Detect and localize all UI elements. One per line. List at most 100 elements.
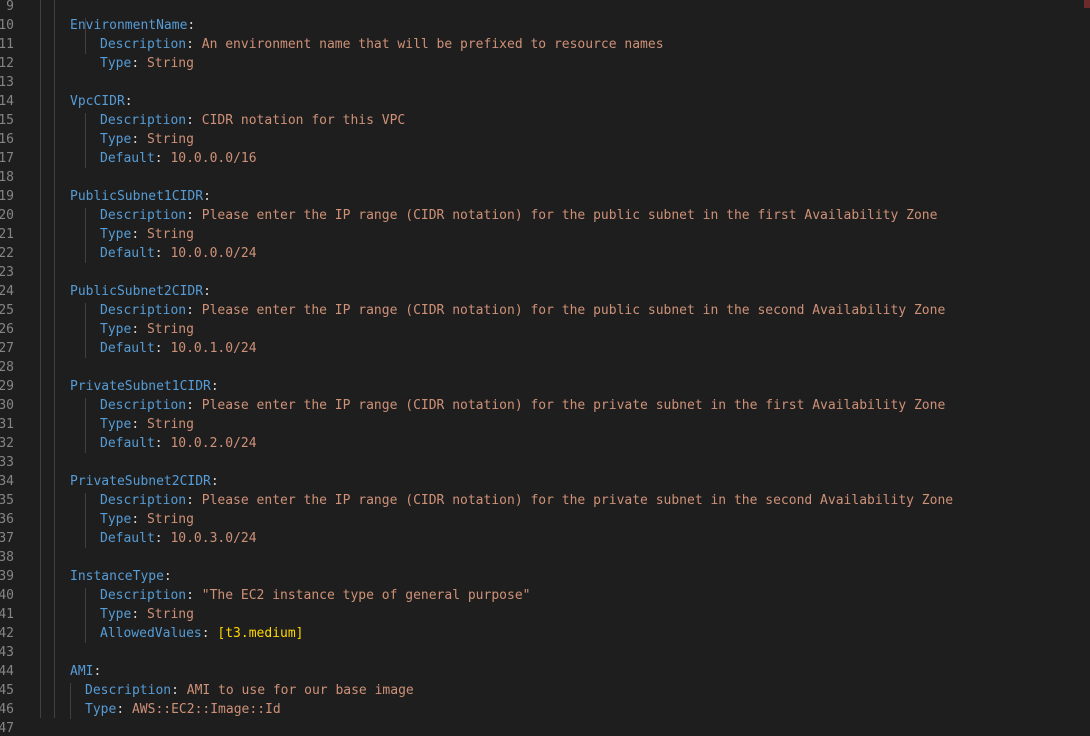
line-number: 30 — [0, 398, 14, 413]
line-number: 28 — [0, 360, 14, 375]
code-line[interactable]: 42 AllowedValues: [t3.medium] — [0, 624, 1080, 643]
code-line[interactable]: 36 Type: String — [0, 510, 1080, 529]
yaml-key: PublicSubnet2CIDR — [70, 284, 204, 299]
yaml-value: "The EC2 instance type of general purpos… — [201, 588, 531, 603]
line-number: 23 — [0, 265, 14, 280]
yaml-entry: Description: Please enter the IP range (… — [100, 491, 953, 510]
colon: : — [203, 284, 211, 299]
line-number: 13 — [0, 75, 14, 90]
colon: : — [124, 94, 133, 109]
colon: : — [131, 417, 140, 432]
code-line[interactable]: 29 PrivateSubnet1CIDR: — [0, 377, 1080, 396]
code-line[interactable]: 9 — [0, 0, 1080, 16]
line-number: 12 — [0, 56, 14, 71]
code-editor[interactable]: 9 10 EnvironmentName: 11 Description: An env… — [0, 0, 1090, 736]
yaml-value: An environment name that will be prefixe… — [201, 37, 664, 52]
code-line[interactable]: 39 InstanceType: — [0, 567, 1080, 586]
yaml-entry: Type: String — [100, 320, 194, 339]
yaml-key: Type — [100, 132, 132, 147]
colon: : — [131, 56, 140, 71]
yaml-value: String — [146, 132, 194, 147]
code-line[interactable]: 26 Type: String — [0, 320, 1080, 339]
colon: : — [186, 37, 194, 52]
code-line[interactable]: 30 Description: Please enter the IP range… — [0, 396, 1080, 415]
code-line[interactable]: 17 Default: 10.0.0.0/16 — [0, 149, 1080, 168]
code-line[interactable]: 35 Description: Please enter the IP range… — [0, 491, 1080, 510]
colon: : — [154, 531, 163, 546]
code-line[interactable]: 23 — [0, 263, 1080, 282]
line-number: 14 — [0, 94, 14, 109]
line-number: 44 — [0, 664, 14, 679]
code-line[interactable]: 25 Description: Please enter the IP range… — [0, 301, 1080, 320]
code-line[interactable]: 15 Description: CIDR notation for this VP… — [0, 111, 1080, 130]
code-line[interactable]: 12 Type: String — [0, 54, 1080, 73]
code-line[interactable]: 33 — [0, 453, 1080, 472]
code-line[interactable]: 16 Type: String — [0, 130, 1080, 149]
yaml-key: Description — [100, 588, 187, 603]
code-line[interactable]: 18 — [0, 168, 1080, 187]
yaml-entry: PrivateSubnet1CIDR: — [70, 377, 219, 396]
yaml-key: AllowedValues — [100, 626, 202, 641]
code-line[interactable]: 22 Default: 10.0.0.0/24 — [0, 244, 1080, 263]
code-line[interactable]: 45 Description: AMI to use for our base i… — [0, 681, 1080, 700]
code-line[interactable]: 37 Default: 10.0.3.0/24 — [0, 529, 1080, 548]
code-line[interactable]: 46 Type: AWS::EC2::Image::Id — [0, 700, 1080, 719]
code-line[interactable]: 43 — [0, 643, 1080, 662]
yaml-value: String — [146, 322, 194, 337]
code-line[interactable]: 11 Description: An environment name that … — [0, 35, 1080, 54]
yaml-entry: Description: Please enter the IP range (… — [100, 206, 937, 225]
yaml-value: Please enter the IP range (CIDR notation… — [201, 208, 938, 223]
overview-ruler-marker — [1084, 0, 1090, 8]
yaml-key: PrivateSubnet1CIDR — [70, 379, 211, 394]
line-number: 35 — [0, 493, 14, 508]
code-line[interactable]: 21 Type: String — [0, 225, 1080, 244]
colon: : — [154, 341, 163, 356]
colon: : — [131, 322, 140, 337]
yaml-key: Description — [100, 208, 187, 223]
colon: : — [154, 151, 163, 166]
code-line[interactable]: 34 PrivateSubnet2CIDR: — [0, 472, 1080, 491]
code-line[interactable]: 10 EnvironmentName: — [0, 16, 1080, 35]
code-line[interactable]: 19 PublicSubnet1CIDR: — [0, 187, 1080, 206]
code-line[interactable]: 40 Description: "The EC2 instance type of… — [0, 586, 1080, 605]
colon: : — [154, 436, 163, 451]
colon: : — [131, 512, 140, 527]
yaml-entry: Description: Please enter the IP range (… — [100, 396, 945, 415]
colon: : — [131, 227, 140, 242]
code-line[interactable]: 41 Type: String — [0, 605, 1080, 624]
yaml-key: VpcCIDR — [70, 94, 125, 109]
yaml-entry: VpcCIDR: — [70, 92, 133, 111]
yaml-entry: Description: Please enter the IP range (… — [100, 301, 945, 320]
colon: : — [187, 18, 196, 33]
yaml-entry: Type: String — [100, 415, 194, 434]
line-number: 33 — [0, 455, 14, 470]
line-number: 10 — [0, 18, 14, 33]
colon: : — [201, 626, 210, 641]
yaml-key: Default — [100, 246, 155, 261]
code-line[interactable]: 32 Default: 10.0.2.0/24 — [0, 434, 1080, 453]
code-line[interactable]: 20 Description: Please enter the IP range… — [0, 206, 1080, 225]
code-line[interactable]: 44 AMI: — [0, 662, 1080, 681]
code-line[interactable]: 31 Type: String — [0, 415, 1080, 434]
line-number: 9 — [6, 0, 14, 14]
yaml-key: Type — [100, 56, 132, 71]
code-line[interactable]: 13 — [0, 73, 1080, 92]
line-number: 21 — [0, 227, 14, 242]
yaml-key: Description — [100, 37, 187, 52]
code-line[interactable]: 27 Default: 10.0.1.0/24 — [0, 339, 1080, 358]
code-line[interactable]: 28 — [0, 358, 1080, 377]
code-line[interactable]: 14 VpcCIDR: — [0, 92, 1080, 111]
line-number: 27 — [0, 341, 14, 356]
yaml-entry: AMI: — [70, 662, 101, 681]
line-number: 43 — [0, 645, 14, 660]
line-number: 29 — [0, 379, 14, 394]
line-number: 42 — [0, 626, 14, 641]
yaml-entry: Type: String — [100, 225, 194, 244]
yaml-key: AMI — [70, 664, 94, 679]
yaml-entry: Description: An environment name that wi… — [100, 35, 664, 54]
code-line[interactable]: 47 — [0, 719, 1080, 736]
yaml-key: InstanceType — [70, 569, 164, 584]
code-line[interactable]: 24 PublicSubnet2CIDR: — [0, 282, 1080, 301]
code-line[interactable]: 38 — [0, 548, 1080, 567]
yaml-entry: Description: "The EC2 instance type of g… — [100, 586, 530, 605]
